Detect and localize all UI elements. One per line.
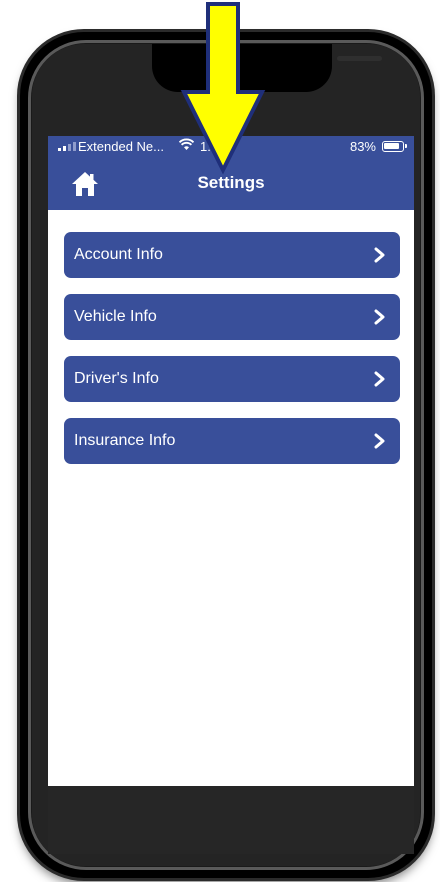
yellow-arrow-icon <box>180 2 266 175</box>
home-indicator-area <box>48 786 414 854</box>
page-title: Settings <box>197 173 265 192</box>
earpiece-speaker <box>337 56 382 61</box>
app-screen: Extended Ne... 1: PM 83% Settings <box>48 136 414 786</box>
chevron-right-icon <box>374 247 385 263</box>
signal-strength-icon <box>58 142 76 151</box>
menu-item-account-info[interactable]: Account Info <box>64 232 400 278</box>
menu-item-vehicle-info[interactable]: Vehicle Info <box>64 294 400 340</box>
chevron-right-icon <box>374 433 385 449</box>
menu-item-label: Vehicle Info <box>74 308 157 325</box>
menu-item-label: Account Info <box>74 246 163 263</box>
settings-menu: Account Info Vehicle Info Driver's Info … <box>64 232 400 480</box>
battery-icon <box>382 141 407 152</box>
screenshot-stage: Extended Ne... 1: PM 83% Settings <box>0 0 440 882</box>
chevron-right-icon <box>374 309 385 325</box>
menu-item-insurance-info[interactable]: Insurance Info <box>64 418 400 464</box>
chevron-right-icon <box>374 371 385 387</box>
battery-percent: 83% <box>349 139 376 154</box>
carrier-name: Extended Ne... <box>78 139 164 154</box>
menu-item-label: Driver's Info <box>74 370 159 387</box>
menu-item-drivers-info[interactable]: Driver's Info <box>64 356 400 402</box>
menu-item-label: Insurance Info <box>74 432 176 449</box>
